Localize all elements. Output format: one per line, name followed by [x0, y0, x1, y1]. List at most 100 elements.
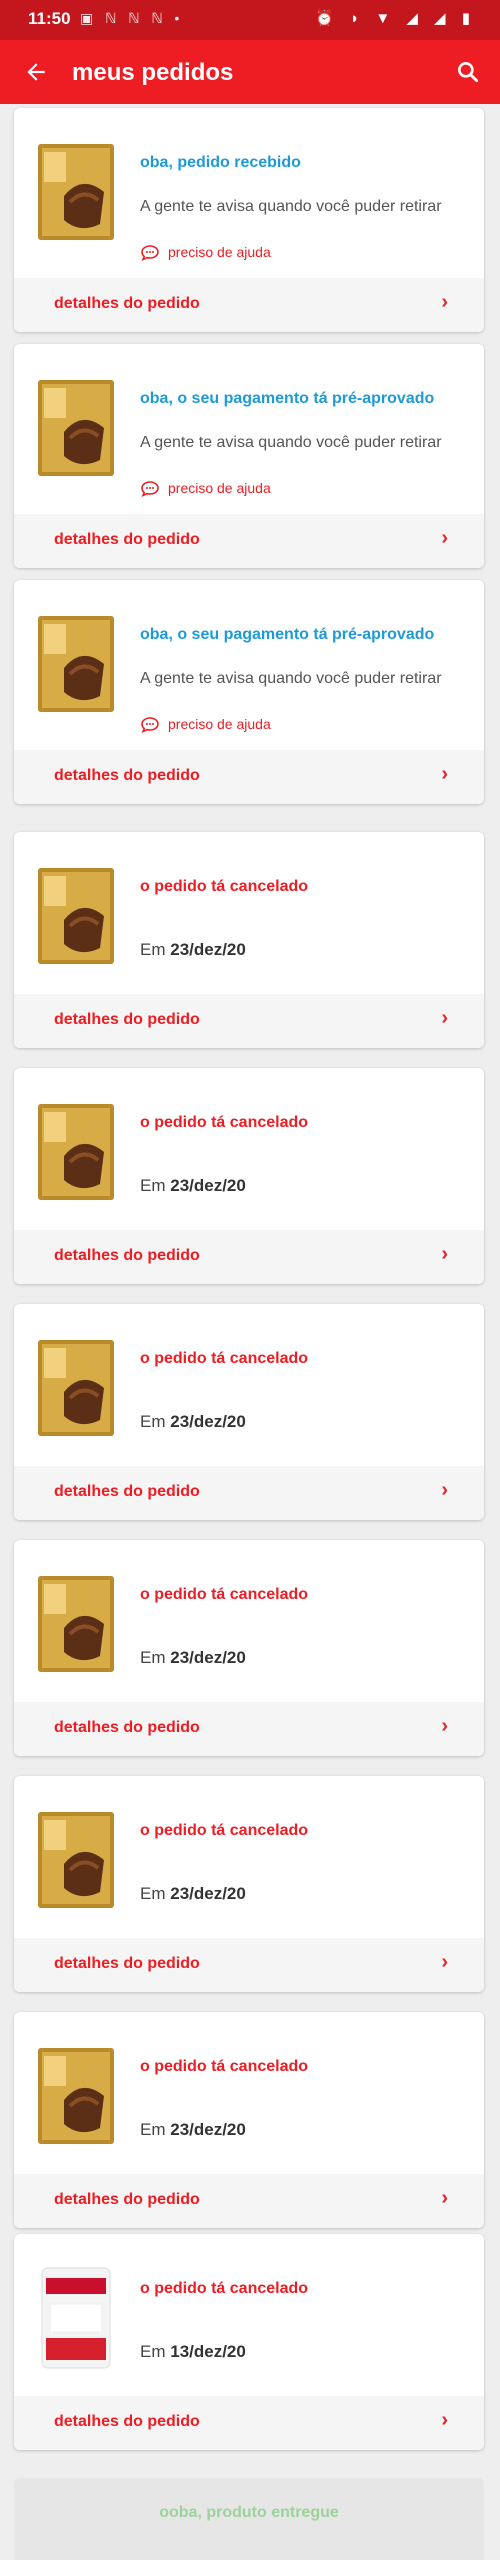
help-link[interactable]: preciso de ajuda — [140, 244, 271, 262]
order-date-prefix: Em — [140, 1884, 171, 1903]
order-status: o pedido tá cancelado — [140, 1350, 309, 1367]
order-status: o pedido tá cancelado — [140, 1114, 309, 1131]
system-icons: ⏰ ◗ ▼ ◢ ◢ ▮ — [315, 10, 476, 27]
order-date-prefix: Em — [140, 1412, 171, 1431]
order-date: Em 23/dez/20 — [140, 1884, 246, 1904]
order-details-button[interactable]: detalhes do pedido › — [14, 1466, 484, 1520]
order-date-value: 23/dez/20 — [170, 1412, 246, 1431]
order-details-label: detalhes do pedido — [54, 1483, 200, 1500]
order-details-button[interactable]: detalhes do pedido › — [14, 1938, 484, 1992]
order-status: oba, o seu pagamento tá pré-aprovado — [140, 390, 435, 407]
order-details-label: detalhes do pedido — [54, 1719, 200, 1736]
help-link[interactable]: preciso de ajuda — [140, 716, 271, 734]
chevron-right-icon: › — [441, 527, 448, 549]
chocolate-box-product-image — [34, 1098, 118, 1206]
order-details-label: detalhes do pedido — [54, 767, 200, 784]
order-details-button[interactable]: detalhes do pedido › — [14, 1702, 484, 1756]
order-message: A gente te avisa quando você puder retir… — [140, 434, 442, 451]
order-card[interactable]: oba, o seu pagamento tá pré-aprovado A ge… — [14, 344, 484, 568]
order-card[interactable]: o pedido tá cancelado Em 23/dez/20 detalhe… — [14, 1540, 484, 1756]
app-bar: meus pedidos — [0, 40, 500, 104]
order-date-value: 23/dez/20 — [170, 2120, 246, 2139]
order-details-button[interactable]: detalhes do pedido › — [14, 278, 484, 332]
order-card[interactable]: oba, o seu pagamento tá pré-aprovado A ge… — [14, 580, 484, 804]
order-date-prefix: Em — [140, 1176, 171, 1195]
page-title: meus pedidos — [72, 59, 234, 86]
order-details-label: detalhes do pedido — [54, 2413, 200, 2430]
chevron-right-icon: › — [441, 763, 448, 785]
chocolate-box-product-image — [34, 1806, 118, 1914]
order-date: Em 23/dez/20 — [140, 2120, 246, 2140]
order-card[interactable]: o pedido tá cancelado Em 23/dez/20 detalhe… — [14, 1304, 484, 1520]
chat-bubble-icon — [140, 244, 160, 262]
order-date: Em 23/dez/20 — [140, 940, 246, 960]
chevron-right-icon: › — [441, 2409, 448, 2431]
order-details-button[interactable]: detalhes do pedido › — [14, 750, 484, 804]
help-label: preciso de ajuda — [168, 244, 271, 260]
order-card[interactable]: o pedido tá cancelado Em 13/dez/20 detalhe… — [14, 2234, 484, 2450]
order-date-value: 23/dez/20 — [170, 1648, 246, 1667]
order-details-label: detalhes do pedido — [54, 1955, 200, 1972]
order-details-button[interactable]: detalhes do pedido › — [14, 2396, 484, 2450]
order-card[interactable]: o pedido tá cancelado Em 23/dez/20 detalhe… — [14, 1068, 484, 1284]
chat-bubble-icon — [140, 480, 160, 498]
chocolate-box-product-image — [34, 862, 118, 970]
chevron-right-icon: › — [441, 1479, 448, 1501]
order-card[interactable]: o pedido tá cancelado Em 23/dez/20 detalhe… — [14, 2012, 484, 2228]
order-date-value: 23/dez/20 — [170, 1884, 246, 1903]
chocolate-box-product-image — [34, 2042, 118, 2150]
order-details-button[interactable]: detalhes do pedido › — [14, 994, 484, 1048]
order-status: o pedido tá cancelado — [140, 878, 309, 895]
order-date-value: 23/dez/20 — [170, 940, 246, 959]
order-date-prefix: Em — [140, 2120, 171, 2139]
help-label: preciso de ajuda — [168, 480, 271, 496]
chocolate-box-product-image — [34, 138, 118, 246]
order-card[interactable]: o pedido tá cancelado Em 23/dez/20 detalhe… — [14, 832, 484, 1048]
order-status: o pedido tá cancelado — [140, 1822, 309, 1839]
order-details-label: detalhes do pedido — [54, 1011, 200, 1028]
order-status: o pedido tá cancelado — [140, 2280, 309, 2297]
order-details-button[interactable]: detalhes do pedido › — [14, 2174, 484, 2228]
order-details-button[interactable]: detalhes do pedido › — [14, 514, 484, 568]
milk-powder-product-image — [34, 2264, 118, 2372]
order-date-prefix: Em — [140, 940, 171, 959]
order-details-label: detalhes do pedido — [54, 2191, 200, 2208]
chocolate-box-product-image — [34, 1570, 118, 1678]
order-message: A gente te avisa quando você puder retir… — [140, 198, 442, 215]
order-date-prefix: Em — [140, 1648, 171, 1667]
order-status: o pedido tá cancelado — [140, 2058, 309, 2075]
clock: 11:50 — [28, 9, 71, 28]
order-status: oba, pedido recebido — [140, 154, 301, 171]
order-date-value: 13/dez/20 — [170, 2342, 246, 2361]
chevron-right-icon: › — [441, 1243, 448, 1265]
order-card-partial[interactable]: ooba, produto entregue — [14, 2478, 484, 2560]
order-status: ooba, produto entregue — [159, 2504, 339, 2521]
chocolate-box-product-image — [34, 374, 118, 482]
order-status: oba, o seu pagamento tá pré-aprovado — [140, 626, 435, 643]
order-details-label: detalhes do pedido — [54, 1247, 200, 1264]
order-date: Em 23/dez/20 — [140, 1648, 246, 1668]
order-card[interactable]: oba, pedido recebido A gente te avisa qua… — [14, 108, 484, 332]
order-details-label: detalhes do pedido — [54, 295, 200, 312]
order-date: Em 13/dez/20 — [140, 2342, 246, 2362]
order-message: A gente te avisa quando você puder retir… — [140, 670, 442, 687]
order-details-button[interactable]: detalhes do pedido › — [14, 1230, 484, 1284]
chocolate-box-product-image — [34, 1334, 118, 1442]
chevron-right-icon: › — [441, 1715, 448, 1737]
help-label: preciso de ajuda — [168, 716, 271, 732]
status-bar: 11:50 ▣ ℕ ℕ ℕ • ⏰ ◗ ▼ ◢ ◢ ▮ — [0, 0, 500, 40]
search-icon[interactable] — [450, 54, 486, 90]
order-card[interactable]: o pedido tá cancelado Em 23/dez/20 detalhe… — [14, 1776, 484, 1992]
arrow-left-icon[interactable] — [18, 54, 54, 90]
chocolate-box-product-image — [34, 610, 118, 718]
order-details-label: detalhes do pedido — [54, 531, 200, 548]
chevron-right-icon: › — [441, 1951, 448, 1973]
order-date: Em 23/dez/20 — [140, 1412, 246, 1432]
chevron-right-icon: › — [441, 2187, 448, 2209]
order-date: Em 23/dez/20 — [140, 1176, 246, 1196]
chat-bubble-icon — [140, 716, 160, 734]
help-link[interactable]: preciso de ajuda — [140, 480, 271, 498]
order-date-prefix: Em — [140, 2342, 171, 2361]
chevron-right-icon: › — [441, 1007, 448, 1029]
chevron-right-icon: › — [441, 291, 448, 313]
